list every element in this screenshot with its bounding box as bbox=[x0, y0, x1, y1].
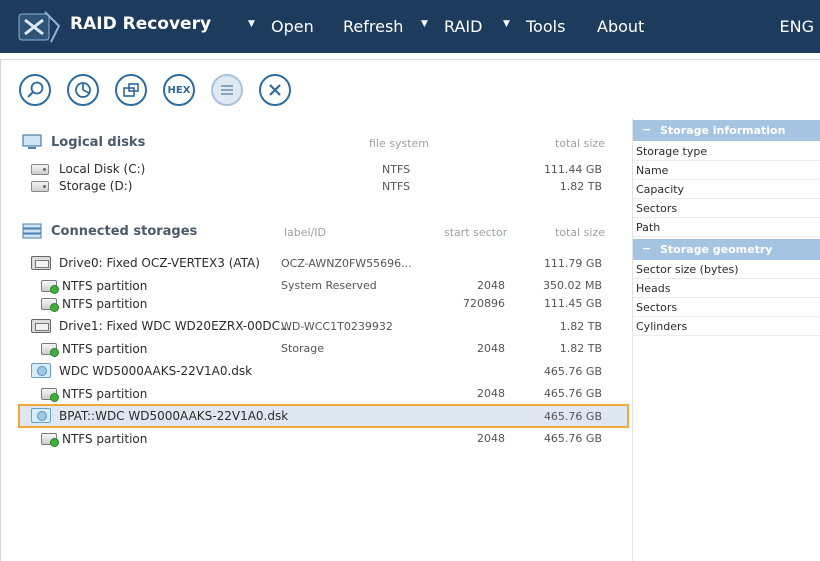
storage-row-name[interactable]: NTFS partition bbox=[62, 342, 147, 356]
monitor-icon bbox=[22, 134, 42, 149]
storage-row-size: 465.76 GB bbox=[543, 365, 602, 378]
storage-row-label: OCZ-AWNZ0FW55696... bbox=[281, 257, 412, 270]
storage-row-label: System Reserved bbox=[281, 279, 377, 292]
property-row: Sector size (bytes) bbox=[633, 260, 820, 279]
connected-storages-title: Connected storages bbox=[51, 224, 198, 239]
storage-row-size: 1.82 TB bbox=[559, 320, 602, 333]
logical-disk-size: 1.82 TB bbox=[559, 180, 602, 193]
storage-stack-icon bbox=[22, 223, 42, 239]
language-selector[interactable]: ENG bbox=[780, 17, 814, 36]
disk-image-icon bbox=[31, 363, 51, 378]
storage-row-name[interactable]: NTFS partition bbox=[62, 387, 147, 401]
search-button[interactable] bbox=[19, 74, 51, 106]
partition-icon bbox=[41, 343, 59, 357]
storage-row-size: 111.79 GB bbox=[543, 257, 602, 270]
partition-icon bbox=[41, 280, 59, 294]
storage-row-name[interactable]: Drive1: Fixed WDC WD20EZRX-00DC... bbox=[59, 319, 292, 333]
magnifier-icon bbox=[27, 81, 44, 98]
logical-disk-fs: NTFS bbox=[382, 180, 411, 193]
storage-row-name[interactable]: WDC WD5000AAKS-22V1A0.dsk bbox=[59, 364, 252, 378]
menu-raid[interactable]: RAID bbox=[444, 17, 482, 36]
collapse-icon: − bbox=[642, 123, 652, 136]
analyze-button[interactable] bbox=[67, 74, 99, 106]
property-row: Cylinders bbox=[633, 317, 820, 336]
storage-row-start: 2048 bbox=[477, 279, 505, 292]
app-logo-icon bbox=[18, 11, 61, 43]
list-icon bbox=[221, 85, 233, 95]
storage-information-title: Storage information bbox=[660, 124, 786, 137]
close-button[interactable] bbox=[259, 74, 291, 106]
property-row: Name bbox=[633, 161, 820, 180]
column-total-size: total size bbox=[555, 137, 605, 150]
column-file-system: file system bbox=[369, 137, 430, 150]
partition-icon bbox=[41, 388, 59, 402]
storage-row-size: 465.76 GB bbox=[543, 410, 602, 423]
storage-row-label: WD-WCC1T0239932 bbox=[281, 320, 393, 333]
menu-open[interactable]: Open bbox=[271, 17, 314, 36]
storage-row-name[interactable]: NTFS partition bbox=[62, 297, 147, 311]
storage-row-name[interactable]: NTFS partition bbox=[62, 432, 147, 446]
storage-row-label: Storage bbox=[281, 342, 325, 355]
property-row: Heads bbox=[633, 279, 820, 298]
property-row: Capacity bbox=[633, 180, 820, 199]
divider bbox=[0, 60, 1, 561]
storage-row-size: 465.76 GB bbox=[543, 387, 602, 400]
storage-row-start: 2048 bbox=[477, 387, 505, 400]
column-total-size: total size bbox=[555, 226, 605, 239]
storage-row-start: 2048 bbox=[477, 342, 505, 355]
partition-icon bbox=[41, 433, 59, 447]
disk-image-icon bbox=[31, 408, 51, 423]
divider bbox=[0, 59, 820, 60]
app-title: RAID Recovery bbox=[70, 14, 212, 34]
storage-geometry-header[interactable]: − Storage geometry bbox=[633, 239, 820, 260]
storage-row-start: 720896 bbox=[463, 297, 505, 310]
storage-row-size: 350.02 MB bbox=[542, 279, 602, 292]
copy-image-icon bbox=[123, 83, 139, 97]
disk-icon bbox=[31, 164, 49, 175]
menu-refresh[interactable]: Refresh bbox=[343, 17, 403, 36]
column-start-sector: start sector bbox=[444, 226, 508, 239]
open-dropdown-arrow-icon[interactable]: ▼ bbox=[248, 19, 255, 29]
raid-dropdown-arrow-icon[interactable]: ▼ bbox=[421, 19, 428, 29]
tools-dropdown-arrow-icon[interactable]: ▼ bbox=[503, 19, 510, 29]
drive-icon bbox=[31, 256, 51, 270]
property-row: Sectors bbox=[633, 298, 820, 317]
hex-button[interactable]: HEX bbox=[163, 74, 195, 106]
storage-row-name[interactable]: NTFS partition bbox=[62, 279, 147, 293]
logical-disk-name[interactable]: Storage (D:) bbox=[59, 179, 132, 193]
pie-chart-icon bbox=[75, 82, 91, 98]
column-label-id: label/ID bbox=[284, 226, 327, 239]
storage-geometry-title: Storage geometry bbox=[660, 243, 773, 256]
storage-row-name[interactable]: Drive0: Fixed OCZ-VERTEX3 (ATA) bbox=[59, 256, 260, 270]
storage-row-size: 465.76 GB bbox=[543, 432, 602, 445]
close-icon bbox=[269, 84, 281, 96]
storage-row-size: 1.82 TB bbox=[559, 342, 602, 355]
logical-disk-size: 111.44 GB bbox=[543, 163, 602, 176]
drive-icon bbox=[31, 319, 51, 333]
disk-icon bbox=[31, 181, 49, 192]
title-bar: RAID Recovery ▼ Open Refresh ▼ RAID ▼ To… bbox=[0, 0, 820, 53]
image-button[interactable] bbox=[115, 74, 147, 106]
storage-information-header[interactable]: − Storage information bbox=[633, 120, 820, 141]
partition-icon bbox=[41, 298, 59, 312]
logical-disks-title: Logical disks bbox=[51, 135, 146, 150]
collapse-icon: − bbox=[642, 242, 652, 255]
properties-button[interactable] bbox=[211, 74, 243, 106]
property-row: Storage type bbox=[633, 142, 820, 161]
property-row: Sectors bbox=[633, 199, 820, 218]
storage-row-name[interactable]: BPAT::WDC WD5000AAKS-22V1A0.dsk bbox=[59, 409, 288, 423]
menu-about[interactable]: About bbox=[597, 17, 644, 36]
storage-row-size: 111.45 GB bbox=[543, 297, 602, 310]
property-row: Path bbox=[633, 218, 820, 237]
menu-tools[interactable]: Tools bbox=[526, 17, 565, 36]
logical-disk-name[interactable]: Local Disk (C:) bbox=[59, 162, 145, 176]
hex-label: HEX bbox=[167, 84, 191, 96]
storage-row-start: 2048 bbox=[477, 432, 505, 445]
logical-disk-fs: NTFS bbox=[382, 163, 411, 176]
